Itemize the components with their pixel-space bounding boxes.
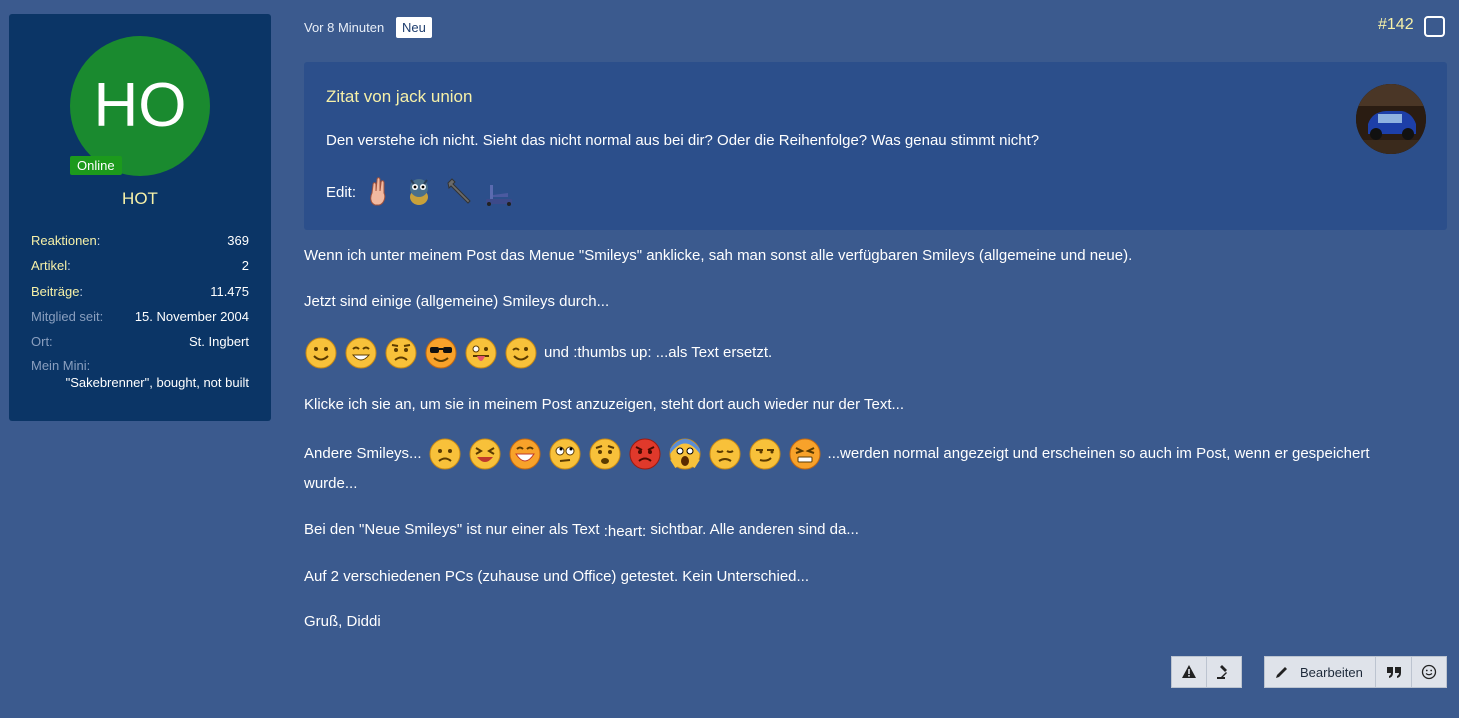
post-paragraph-5: Andere Smileys... ...werden normal angez… <box>304 437 1370 471</box>
location-value: St. Ingbert <box>189 334 249 350</box>
stat-row-location: Ort: St. Ingbert <box>31 333 249 358</box>
confused-icon <box>589 438 621 470</box>
post-paragraph-1: Wenn ich unter meinem Post das Menue "Sm… <box>304 247 1133 264</box>
location-label: Ort: <box>31 334 53 350</box>
post-paragraph-5-prefix: Andere Smileys... <box>304 445 422 462</box>
post-signature: Gruß, Diddi <box>304 613 381 630</box>
post-timestamp[interactable]: Vor 8 Minuten <box>304 20 384 35</box>
car-photo-icon <box>1356 84 1426 154</box>
stat-value-reactions: 369 <box>227 233 249 248</box>
member-since-value: 15. November 2004 <box>134 308 249 324</box>
avatar[interactable]: HO <box>70 36 210 176</box>
post-paragraph-6-suffix: sichtbar. Alle anderen sind da... <box>650 521 859 538</box>
report-button[interactable] <box>1171 656 1207 688</box>
stat-row-reactions: Reaktionen: 369 <box>31 232 249 257</box>
gavel-icon <box>1217 665 1227 679</box>
mini-label: Mein Mini: <box>31 358 91 374</box>
post-paragraph-7: Auf 2 verschiedenen PCs (zuhause und Off… <box>304 568 810 585</box>
quote-edit-label: Edit: <box>326 183 357 201</box>
stat-value-articles: 2 <box>241 258 249 274</box>
pencil-icon <box>1276 667 1287 678</box>
stat-label-posts[interactable]: Beiträge: <box>31 283 83 308</box>
quote-text: Den verstehe ich nicht. Sieht das nicht … <box>326 132 1040 149</box>
car-jack-icon <box>486 185 513 206</box>
stat-row-member-since: Mitglied seit: 15. November 2004 <box>31 308 249 333</box>
mini-value: "Sakebrenner", bought, not built <box>65 375 249 391</box>
post-paragraph-3-text: und :thumbs up: ...als Text ersetzt. <box>544 344 773 361</box>
crossed-fingers-icon <box>370 177 386 206</box>
post-paragraph-6-prefix: Bei den "Neue Smileys" ist nur einer als… <box>304 521 600 538</box>
stat-label-reactions[interactable]: Reaktionen: <box>31 232 100 257</box>
new-badge: Neu <box>396 17 432 38</box>
quote-block: Zitat von jack union Den verstehe ich ni… <box>304 62 1447 230</box>
quote-icon <box>1386 667 1401 678</box>
smirk-icon <box>749 438 781 470</box>
stat-row-posts: Beiträge: 11.475 <box>31 283 249 308</box>
post-paragraph-3: und :thumbs up: ...als Text ersetzt. <box>304 336 772 370</box>
tongue-icon <box>465 337 497 369</box>
moderate-button[interactable] <box>1206 656 1242 688</box>
edit-button-label: Bearbeiten <box>1300 664 1363 680</box>
frown-icon <box>429 438 461 470</box>
stat-label-articles[interactable]: Artikel: <box>31 257 71 282</box>
persevering-icon <box>789 438 821 470</box>
post-paragraph-6: Bei den "Neue Smileys" ist nur einer als… <box>304 515 859 545</box>
post-paragraph-2: Jetzt sind einige (allgemeine) Smileys d… <box>304 293 610 310</box>
quote-edit-line: Edit: <box>326 174 516 210</box>
edit-button[interactable]: Bearbeiten <box>1264 656 1376 688</box>
stat-label-text[interactable]: Reaktionen <box>31 233 97 248</box>
username[interactable]: HOT <box>9 189 271 209</box>
stat-label-text[interactable]: Beiträge <box>31 284 79 299</box>
wrench-icon <box>447 178 471 204</box>
big-grin-icon <box>509 438 541 470</box>
disappointed-icon <box>709 438 741 470</box>
user-card: HO Online HOT Reaktionen: 369 Artikel: 2… <box>9 14 271 421</box>
stat-value-posts: 11.475 <box>210 283 249 299</box>
post-number-link[interactable]: #142 <box>1378 16 1414 34</box>
post-paragraph-5-continued: wurde... <box>304 475 358 492</box>
sunglasses-icon <box>425 337 457 369</box>
grin-icon <box>345 337 377 369</box>
stat-label-text[interactable]: Artikel <box>31 258 67 273</box>
online-badge: Online <box>70 156 122 175</box>
post-paragraph-5-suffix: ...werden normal angezeigt und erscheine… <box>827 445 1370 462</box>
user-stats: Reaktionen: 369 Artikel: 2 Beiträge: 11.… <box>31 232 249 390</box>
worried-icon <box>385 337 417 369</box>
laughing-icon <box>469 438 501 470</box>
smile-outline-icon <box>1421 664 1437 680</box>
post-paragraph-4: Klicke ich sie an, um sie in meinem Post… <box>304 396 905 413</box>
smiley-react-button[interactable] <box>1411 656 1447 688</box>
wink-icon <box>505 337 537 369</box>
blue-creature-icon <box>410 179 429 205</box>
warning-icon <box>1182 665 1196 678</box>
quote-author-link[interactable]: Zitat von jack union <box>326 87 472 107</box>
angry-icon <box>629 438 661 470</box>
scream-icon <box>669 438 701 470</box>
eye-roll-icon <box>549 438 581 470</box>
member-since-label: Mitglied seit: <box>31 308 104 324</box>
smile-icon <box>305 337 337 369</box>
stat-row-articles: Artikel: 2 <box>31 257 249 282</box>
quote-author-avatar[interactable] <box>1356 84 1426 154</box>
post-select-checkbox[interactable] <box>1424 16 1445 37</box>
heart-text-code: :heart: <box>603 523 647 540</box>
quote-button[interactable] <box>1375 656 1412 688</box>
